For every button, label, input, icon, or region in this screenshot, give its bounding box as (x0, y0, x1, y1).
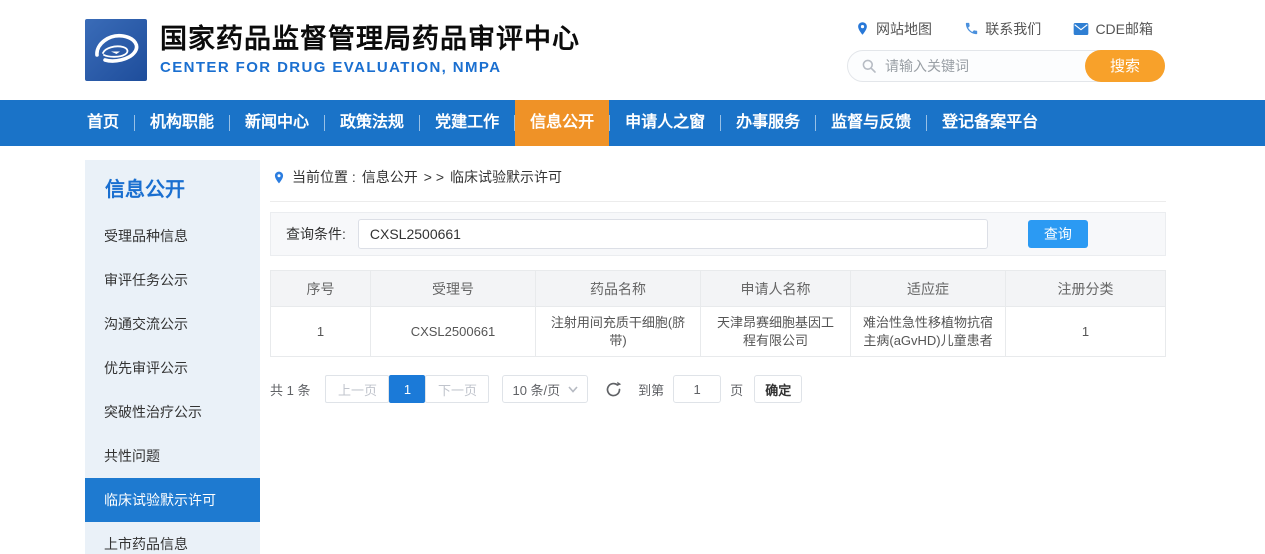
link-mailbox[interactable]: CDE邮箱 (1073, 19, 1153, 39)
column-header-acceptance-no: 受理号 (371, 271, 536, 307)
breadcrumb-section[interactable]: 信息公开 (362, 167, 418, 187)
page-number-button[interactable]: 1 (389, 375, 425, 403)
site-subtitle: CENTER FOR DRUG EVALUATION, NMPA (160, 59, 580, 76)
link-contact[interactable]: 联系我们 (964, 19, 1041, 39)
sidebar-item-communication[interactable]: 沟通交流公示 (85, 302, 260, 346)
nav-item-news[interactable]: 新闻中心 (230, 100, 324, 146)
page-size-value: 10 条/页 (512, 380, 560, 399)
main-nav: 首页 机构职能 新闻中心 政策法规 党建工作 信息公开 申请人之窗 办事服务 监… (0, 100, 1265, 146)
brand-text: 国家药品监督管理局药品审评中心 CENTER FOR DRUG EVALUATI… (160, 24, 580, 76)
nav-item-policies[interactable]: 政策法规 (325, 100, 419, 146)
site-search: 搜索 (847, 50, 1165, 82)
nav-item-functions[interactable]: 机构职能 (135, 100, 229, 146)
site-search-button[interactable]: 搜索 (1085, 50, 1165, 82)
goto-page-input[interactable] (673, 375, 721, 403)
sidebar-title: 信息公开 (85, 160, 260, 214)
sidebar-item-accepted-varieties[interactable]: 受理品种信息 (85, 214, 260, 258)
results-table: 序号 受理号 药品名称 申请人名称 适应症 注册分类 1 CXSL2500661… (270, 270, 1166, 357)
sidebar-item-common-issues[interactable]: 共性问题 (85, 434, 260, 478)
sidebar-item-clinical-trial-implied-license[interactable]: 临床试验默示许可 (85, 478, 260, 522)
query-button[interactable]: 查询 (1028, 220, 1088, 248)
breadcrumb-current: 临床试验默示许可 (450, 167, 562, 187)
sidebar-item-marketed-drugs[interactable]: 上市药品信息 (85, 522, 260, 554)
nav-item-party-building[interactable]: 党建工作 (420, 100, 514, 146)
quick-links: 网站地图 联系我们 CDE邮箱 (847, 19, 1165, 39)
header-right: 网站地图 联系我们 CDE邮箱 (847, 19, 1165, 82)
content: 信息公开 受理品种信息 审评任务公示 沟通交流公示 优先审评公示 突破性治疗公示… (0, 146, 1265, 554)
main-panel: 当前位置 : 信息公开 > > 临床试验默示许可 查询条件: 查询 序号 (270, 160, 1166, 403)
pagination: 共 1 条 上一页 1 下一页 10 条/页 到第 (270, 375, 1166, 403)
phone-icon (964, 21, 979, 36)
total-count: 共 1 条 (270, 380, 310, 399)
link-sitemap[interactable]: 网站地图 (855, 19, 932, 39)
confirm-button[interactable]: 确定 (754, 375, 802, 403)
column-header-applicant: 申请人名称 (701, 271, 851, 307)
search-icon (861, 58, 877, 74)
site-title: 国家药品监督管理局药品审评中心 (160, 24, 580, 55)
location-pin-icon (272, 170, 286, 185)
query-bar: 查询条件: 查询 (270, 212, 1166, 256)
cell-applicant: 天津昂赛细胞基因工程有限公司 (701, 307, 851, 357)
query-input[interactable] (358, 219, 988, 249)
goto-label: 到第 (638, 380, 664, 399)
column-header-registration-class: 注册分类 (1006, 271, 1166, 307)
cell-index: 1 (271, 307, 371, 357)
query-label: 查询条件: (286, 224, 346, 244)
cell-indication: 难治性急性移植物抗宿主病(aGvHD)儿童患者 (851, 307, 1006, 357)
page: 国家药品监督管理局药品审评中心 CENTER FOR DRUG EVALUATI… (0, 0, 1265, 554)
nav-item-supervision-feedback[interactable]: 监督与反馈 (816, 100, 926, 146)
sidebar-item-breakthrough-therapy[interactable]: 突破性治疗公示 (85, 390, 260, 434)
column-header-index: 序号 (271, 271, 371, 307)
nav-item-applicant-window[interactable]: 申请人之窗 (610, 100, 720, 146)
breadcrumb-prefix: 当前位置 : (292, 167, 356, 187)
cell-drug-name: 注射用间充质干细胞(脐带) (536, 307, 701, 357)
nav-item-registration-platform[interactable]: 登记备案平台 (927, 100, 1053, 146)
nav-item-info-disclosure[interactable]: 信息公开 (515, 100, 609, 146)
column-header-indication: 适应症 (851, 271, 1006, 307)
nav-item-home[interactable]: 首页 (72, 100, 134, 146)
chevron-down-icon (568, 386, 578, 393)
breadcrumb-separator: > > (424, 169, 444, 185)
sidebar: 信息公开 受理品种信息 审评任务公示 沟通交流公示 优先审评公示 突破性治疗公示… (85, 160, 260, 554)
prev-page-button[interactable]: 上一页 (325, 375, 389, 403)
column-header-drug-name: 药品名称 (536, 271, 701, 307)
brand: 国家药品监督管理局药品审评中心 CENTER FOR DRUG EVALUATI… (85, 19, 580, 81)
link-sitemap-label: 网站地图 (876, 19, 932, 39)
cell-acceptance-no: CXSL2500661 (371, 307, 536, 357)
cde-logo-icon[interactable] (85, 19, 147, 81)
link-mailbox-label: CDE邮箱 (1095, 19, 1153, 39)
table-row: 1 CXSL2500661 注射用间充质干细胞(脐带) 天津昂赛细胞基因工程有限… (271, 307, 1166, 357)
nav-item-services[interactable]: 办事服务 (721, 100, 815, 146)
sidebar-item-priority-review[interactable]: 优先审评公示 (85, 346, 260, 390)
link-contact-label: 联系我们 (985, 19, 1041, 39)
refresh-icon[interactable] (605, 381, 622, 398)
breadcrumb: 当前位置 : 信息公开 > > 临床试验默示许可 (270, 160, 1166, 202)
page-unit-label: 页 (730, 380, 743, 399)
cell-registration-class: 1 (1006, 307, 1166, 357)
table-header-row: 序号 受理号 药品名称 申请人名称 适应症 注册分类 (271, 271, 1166, 307)
page-size-select[interactable]: 10 条/页 (502, 375, 588, 403)
location-pin-icon (855, 21, 870, 36)
site-header: 国家药品监督管理局药品审评中心 CENTER FOR DRUG EVALUATI… (0, 0, 1265, 100)
sidebar-item-review-tasks[interactable]: 审评任务公示 (85, 258, 260, 302)
mail-icon (1073, 22, 1089, 36)
next-page-button[interactable]: 下一页 (425, 375, 489, 403)
